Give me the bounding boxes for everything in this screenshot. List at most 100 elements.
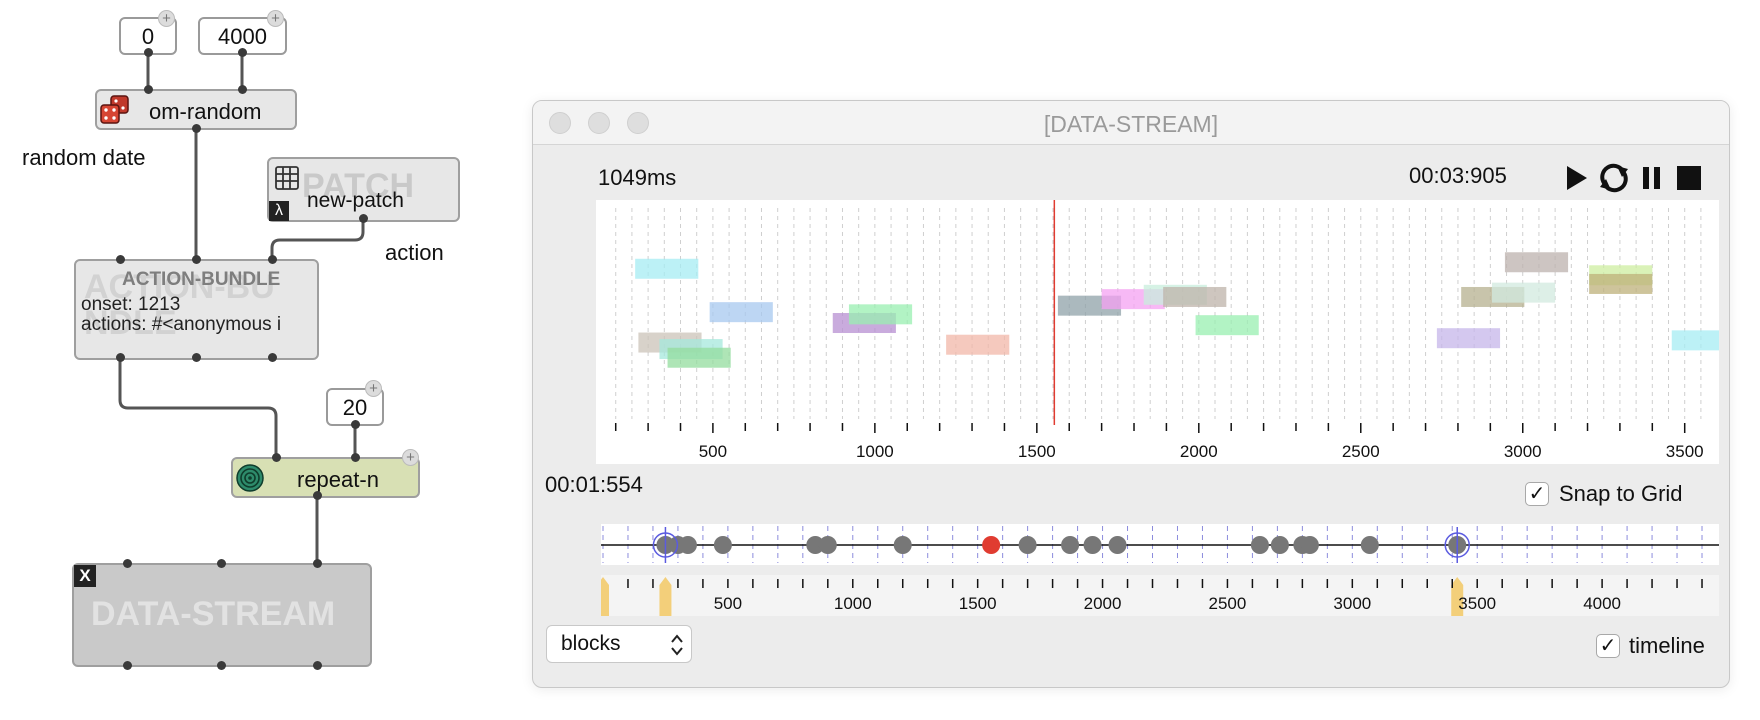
timeline-point [1250, 536, 1269, 554]
window-title: [DATA-STREAM] [1043, 111, 1219, 137]
actions-slot: actions: #<anonymous i [81, 314, 282, 335]
ruler-label: 2500 [1209, 594, 1247, 613]
data-block [1589, 273, 1653, 294]
grid-icon [275, 166, 299, 190]
data-block [1436, 328, 1501, 349]
om-random-label: om-random [149, 99, 262, 124]
data-stream-label: DATA-STREAM [91, 595, 336, 633]
time-marker [659, 577, 672, 616]
ruler-label: 3000 [1333, 594, 1371, 613]
title-bar[interactable]: [DATA-STREAM] [533, 101, 1729, 145]
patch-box[interactable]: PATCH new-patch λ [267, 157, 460, 222]
data-block [709, 302, 773, 323]
ruler-label: 500 [714, 594, 742, 613]
inlet-pin[interactable] [116, 255, 125, 264]
tick-label: 500 [699, 442, 727, 461]
time-marker [597, 577, 609, 616]
points-chart[interactable] [601, 524, 1719, 565]
repeat-n-box[interactable]: repeat-n [231, 457, 420, 498]
lambda-icon[interactable]: λ [269, 201, 289, 221]
snap-to-grid-label: Snap to Grid [1559, 481, 1683, 506]
timeline-point [1061, 536, 1080, 554]
outlet-pin[interactable] [192, 353, 201, 362]
timeline-point [893, 536, 912, 554]
stop-icon[interactable] [1676, 165, 1702, 191]
number-value: 0 [141, 24, 155, 49]
tick-label: 2000 [1180, 442, 1218, 461]
inlet-pin[interactable] [268, 255, 277, 264]
ruler-label: 2000 [1084, 594, 1122, 613]
outlet-pin[interactable] [116, 353, 125, 362]
outlet-pin[interactable] [351, 420, 360, 429]
inlet-pin[interactable] [238, 85, 247, 94]
inlet-pin[interactable] [272, 453, 281, 462]
outlet-pin[interactable] [238, 48, 247, 57]
outlet-pin[interactable] [192, 124, 201, 133]
tick-label: 3500 [1666, 442, 1704, 461]
repeat-n-label: repeat-n [297, 467, 379, 492]
tick-label: 2500 [1342, 442, 1380, 461]
points-timeline[interactable] [601, 524, 1719, 565]
pause-icon[interactable] [1640, 163, 1664, 193]
tick-label: 1500 [1018, 442, 1056, 461]
ruler-label: 3500 [1458, 594, 1496, 613]
outlet-pin[interactable] [313, 491, 322, 500]
blocks-plot[interactable]: 500 1000 1500 2000 2500 3000 3500 [596, 200, 1729, 464]
play-icon[interactable] [1564, 163, 1590, 193]
action-bundle-box[interactable]: ACTION-BU NDLE ACTION-BUNDLE onset: 1213… [74, 259, 319, 360]
wire-patch-to-bundle [270, 218, 365, 262]
ruler-label: 1000 [834, 594, 872, 613]
ruler-label: 4000 [1583, 594, 1621, 613]
mode-select[interactable]: blocks [546, 625, 692, 663]
outlet-pin[interactable] [123, 661, 132, 670]
add-input-icon[interactable]: + [267, 10, 284, 27]
inlet-pin[interactable] [144, 85, 153, 94]
add-input-icon[interactable]: + [402, 449, 419, 466]
timeline-point [678, 536, 697, 554]
add-input-icon[interactable]: + [365, 380, 382, 397]
inlet-pin[interactable] [313, 559, 322, 568]
snap-to-grid-checkbox[interactable]: ✓ [1525, 482, 1549, 506]
chevron-updown-icon [671, 634, 683, 656]
ruler-chart[interactable]: 500 1000 1500 2000 2500 3000 3500 4000 [597, 575, 1719, 616]
data-block [635, 258, 699, 279]
data-block [1195, 315, 1259, 336]
inlet-pin[interactable] [123, 559, 132, 568]
timeline-point [713, 536, 732, 554]
outlet-pin[interactable] [144, 48, 153, 57]
outlet-pin[interactable] [359, 214, 368, 223]
timeline-point [1360, 536, 1379, 554]
outlet-pin[interactable] [217, 661, 226, 670]
number-value: 20 [342, 395, 368, 420]
data-block [1504, 252, 1569, 273]
timeline-point [1300, 536, 1319, 554]
time-display: 00:03:905 [1409, 163, 1507, 188]
inlet-pin[interactable] [351, 453, 360, 462]
outlet-pin[interactable] [313, 661, 322, 670]
timeline-point [1270, 536, 1289, 554]
data-block [848, 304, 913, 325]
outlet-pin[interactable] [268, 353, 277, 362]
loop-icon[interactable] [1597, 163, 1631, 193]
inlet-pin[interactable] [192, 255, 201, 264]
add-input-icon[interactable]: + [158, 10, 175, 27]
check-mark-icon: ✓ [1599, 635, 1617, 657]
blocks-chart[interactable]: 500 1000 1500 2000 2500 3000 3500 [596, 200, 1729, 464]
data-stream-window: [DATA-STREAM] 1049ms 00:03:905 500 1000 15… [532, 100, 1730, 688]
data-stream-box[interactable]: X DATA-STREAM [72, 563, 372, 667]
data-block [1163, 286, 1227, 307]
action-bundle-title: ACTION-BUNDLE [122, 269, 281, 290]
check-mark-icon: ✓ [1528, 483, 1546, 505]
bottom-ruler[interactable]: 500 1000 1500 2000 2500 3000 3500 4000 [597, 575, 1719, 616]
cursor-time-display: 00:01:554 [545, 472, 643, 497]
data-block [946, 334, 1010, 355]
timeline-checkbox[interactable]: ✓ [1596, 634, 1620, 658]
close-icon[interactable]: X [74, 565, 96, 587]
comment-action: action [385, 240, 444, 265]
tick-label: 1000 [856, 442, 894, 461]
inlet-pin[interactable] [217, 559, 226, 568]
selected-point [982, 536, 1001, 554]
timeline-point [818, 536, 837, 554]
duration-label: 1049ms [598, 165, 677, 190]
timeline-point [1083, 536, 1102, 554]
